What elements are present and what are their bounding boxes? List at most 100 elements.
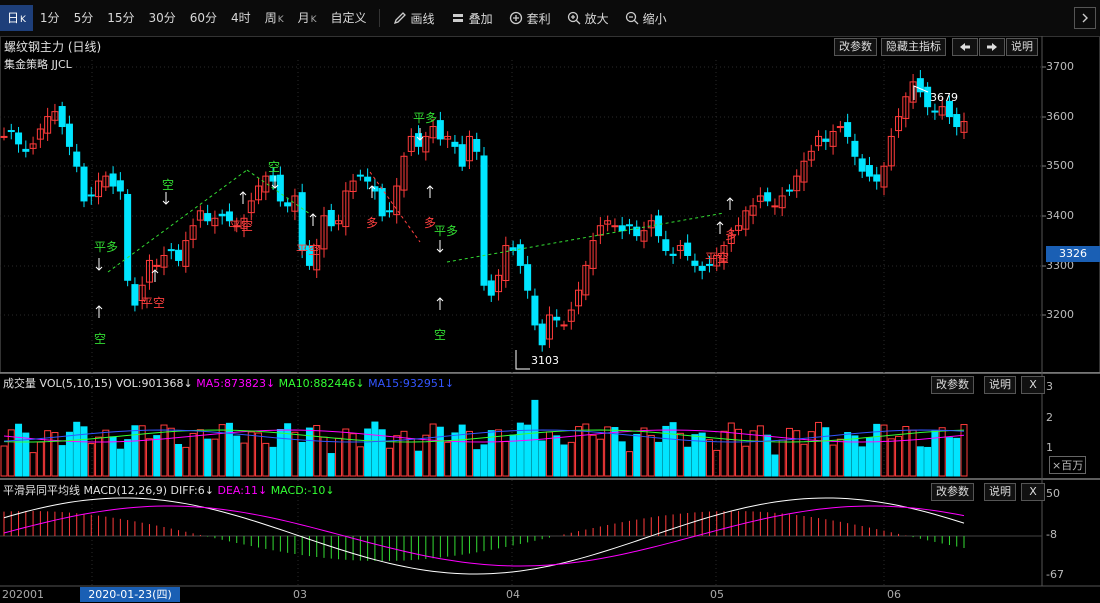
macd-diff: DIFF:6 [170,484,205,497]
volume-bar [15,423,23,477]
volume-bar [713,449,721,477]
candle-body [553,316,561,321]
candle-body [58,106,66,128]
volume-bar [451,432,459,477]
volume-bar [458,424,466,477]
volume-bar [858,446,866,477]
volume-bar [778,439,786,477]
volume-bar [938,427,946,477]
macd-help-button[interactable]: 说明 [984,483,1016,501]
volume-bar [633,433,641,477]
volume-bar [735,428,743,477]
volume-bar [895,435,903,477]
volume-bar [800,443,808,477]
candle-body [327,209,335,227]
volume-bar [255,432,263,477]
volume-bar [95,436,103,477]
next-button[interactable] [979,38,1005,56]
volume-bar [313,425,321,477]
candle-body [625,224,633,227]
volume-bar [429,423,437,477]
vol-help-button[interactable]: 说明 [984,376,1016,394]
candle-body [618,225,626,232]
candle-body [487,280,495,296]
volume-bar [727,422,735,477]
volume-bar [567,441,575,477]
candle-body [356,174,364,177]
price-tick: 3200 [1046,308,1074,321]
candle-body [7,130,15,133]
signal-ping-kong: 平空 [705,251,730,265]
macd-params-button[interactable]: 改参数 [931,483,974,501]
vol-ma10: MA10:882446 [278,377,356,390]
vol-tick: 2 [1046,411,1053,424]
price-tick: 3700 [1046,60,1074,73]
main-params-button[interactable]: 改参数 [834,38,877,56]
candle-body [204,213,212,222]
vol-name: 成交量 [3,377,36,390]
candle-body [698,265,706,271]
candle-body [844,122,852,137]
volume-bar [131,425,139,477]
volume-bar [211,438,219,477]
volume-ma-line [3,429,965,443]
volume-bar [756,425,764,477]
candle-body [80,166,88,202]
main-help-button[interactable]: 说明 [1006,38,1038,56]
candle-body [87,194,95,197]
candle-body [865,165,873,177]
candle-body [873,174,881,182]
signal-ping-duo: 平多 [413,111,438,125]
volume-bar [262,442,270,477]
xaxis-month-label: 05 [710,588,724,601]
volume-bar [378,429,386,477]
candle-body [15,132,23,145]
vol-tick: 3 [1046,380,1053,393]
volume-bar [167,427,175,477]
trend-line [446,212,725,263]
hide-indicator-button[interactable]: 隐藏主指标 [881,38,946,56]
vol-params-button[interactable]: 改参数 [931,376,974,394]
strategy-label: 集金策略 JJCL [4,58,72,71]
volume-bar [553,435,561,477]
volume-bar [284,423,292,477]
signal-kong: 空 [94,332,107,346]
price-tick: 3400 [1046,209,1074,222]
signal-ping-kong: 平空 [141,296,166,310]
volume-bar [916,446,924,477]
vol-close-button[interactable]: X [1021,376,1045,394]
volume-bar [247,431,255,477]
candle-body [385,210,393,213]
price-tick: 3500 [1046,159,1074,172]
candle-body [364,176,372,182]
volume-bar [625,451,633,477]
candle-body [167,249,175,252]
volume-bar [320,436,328,477]
volume-bar [655,441,663,477]
candle-body [124,193,132,281]
vol-panel-title: 成交量 VOL(5,10,15) VOL:901368↓ MA5:873823↓… [3,377,455,390]
volume-bar [109,436,117,477]
candle-body [662,239,670,252]
candle-body [65,123,73,147]
trend-line [369,171,421,243]
macd-tick: -8 [1046,528,1057,541]
candle-body [531,295,539,326]
volume-bar [698,432,706,477]
signal-duo: 多 [725,228,738,242]
macd-close-button[interactable]: X [1021,483,1045,501]
volume-bar [87,443,95,477]
xaxis-start-label: 202001 [2,588,44,601]
current-price-tag: 3326 [1046,246,1100,262]
volume-bar [58,445,66,477]
volume-bar [785,427,793,477]
volume-bar [596,438,604,477]
candle-body [669,253,677,256]
prev-button[interactable] [952,38,978,56]
signal-ping-kong: 平空 [229,219,254,233]
volume-bar [364,428,372,477]
volume-bar [836,438,844,477]
signal-duo: 多 [366,216,379,230]
volume-bar [909,429,917,477]
volume-bar [611,427,619,477]
